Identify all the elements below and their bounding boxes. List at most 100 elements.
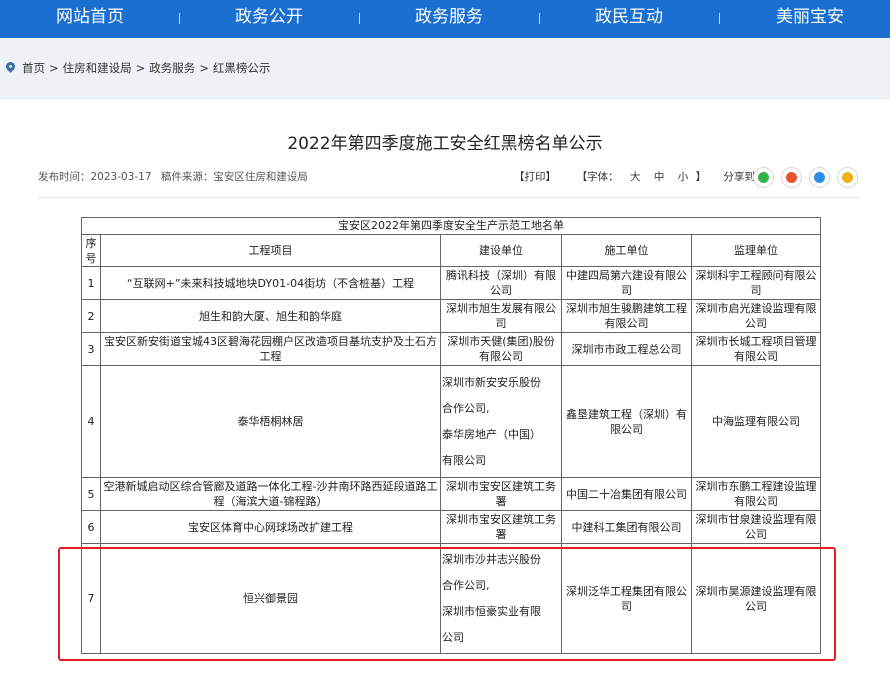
meta-divider bbox=[38, 197, 860, 198]
font-small-button[interactable]: 小 bbox=[678, 171, 689, 183]
font-medium-button[interactable]: 中 bbox=[654, 171, 665, 183]
builder-name: 深圳市天健(集团)股份有限公司 bbox=[440, 332, 562, 366]
breadcrumb-gov-services[interactable]: 政务服务 bbox=[149, 61, 195, 75]
breadcrumb-bar: 首页 > 住房和建设局 > 政务服务 > 红黑榜公示 bbox=[0, 38, 890, 96]
contractor-name: 深圳市旭生骏鹏建筑工程有限公司 bbox=[561, 299, 692, 333]
breadcrumb-housing-bureau[interactable]: 住房和建设局 bbox=[63, 61, 132, 75]
row-number: 4 bbox=[81, 365, 101, 478]
nav-separator bbox=[719, 13, 720, 24]
nav-item-gov-affairs[interactable]: 政务公开 bbox=[209, 0, 329, 38]
source-info: 稿件来源：宝安区住房和建设局 bbox=[161, 171, 308, 183]
nav-separator bbox=[179, 13, 180, 24]
builder-line: 深圳市恒豪实业有限 bbox=[442, 604, 541, 618]
project-name: “互联网+”未来科技城地块DY01-04街坊（不含桩基）工程 bbox=[100, 266, 441, 300]
publish-label: 发布时间： bbox=[38, 171, 91, 183]
row-number: 7 bbox=[81, 543, 101, 654]
builder-line: 有限公司 bbox=[442, 453, 486, 467]
row-number: 5 bbox=[81, 477, 101, 511]
builder-line: 深圳市新安安乐股份 bbox=[442, 375, 541, 389]
header-no: 序号 bbox=[81, 234, 101, 267]
header-contractor: 施工单位 bbox=[561, 234, 692, 267]
breadcrumb-separator: > bbox=[135, 61, 146, 75]
article-title: 2022年第四季度施工安全红黑榜名单公示 bbox=[287, 134, 603, 154]
nav-item-gov-services[interactable]: 政务服务 bbox=[389, 0, 509, 38]
builder-line: 公司 bbox=[442, 630, 464, 644]
source-value: 宝安区住房和建设局 bbox=[213, 171, 308, 183]
table-caption-row: 宝安区2022年第四季度安全生产示范工地名单 bbox=[80, 217, 822, 235]
builder-name: 深圳市沙井志兴股份 合作公司, 深圳市恒豪实业有限 公司 bbox=[440, 543, 562, 654]
table-caption: 宝安区2022年第四季度安全生产示范工地名单 bbox=[80, 217, 822, 235]
nav-separator bbox=[539, 13, 540, 24]
table-row: 6 宝安区体育中心网球场改扩建工程 深圳市宝安区建筑工务署 中建科工集团有限公司… bbox=[81, 510, 822, 544]
article-meta: 发布时间：2023-03-17 稿件来源：宝安区住房和建设局 bbox=[38, 169, 314, 184]
font-size-label: 【字体： bbox=[576, 171, 619, 183]
top-nav: 网站首页 政务公开 政务服务 政民互动 美丽宝安 bbox=[0, 0, 890, 38]
table-row: 2 旭生和韵大厦、旭生和韵华庭 深圳市旭生发展有限公司 深圳市旭生骏鹏建筑工程有… bbox=[81, 299, 822, 333]
builder-line: 合作公司, bbox=[442, 578, 490, 592]
weibo-icon[interactable] bbox=[781, 167, 802, 188]
builder-line: 合作公司, bbox=[442, 401, 490, 415]
table-row: 1 “互联网+”未来科技城地块DY01-04街坊（不含桩基）工程 腾讯科技（深圳… bbox=[81, 266, 822, 300]
contractor-name: 深圳泛华工程集团有限公司 bbox=[561, 543, 692, 654]
row-number: 2 bbox=[81, 299, 101, 333]
builder-line: 泰华房地产（中国） bbox=[442, 427, 541, 441]
breadcrumb: 首页 > 住房和建设局 > 政务服务 > 红黑榜公示 bbox=[22, 60, 270, 76]
builder-name: 深圳市宝安区建筑工务署 bbox=[440, 510, 562, 544]
project-name: 泰华梧桐林居 bbox=[100, 365, 441, 478]
project-name: 空港新城启动区综合管廊及道路一体化工程-沙井南环路西延段道路工程（海滨大道-锦程… bbox=[100, 477, 441, 511]
row-number: 6 bbox=[81, 510, 101, 544]
supervisor-name: 深圳市东鹏工程建设监理有限公司 bbox=[690, 477, 822, 511]
demo-site-table: 宝安区2022年第四季度安全生产示范工地名单 序号 工程项目 建设单位 施工单位… bbox=[80, 217, 822, 654]
header-project: 工程项目 bbox=[100, 234, 441, 267]
print-button[interactable]: 【打印】 bbox=[514, 171, 556, 183]
nav-item-home[interactable]: 网站首页 bbox=[30, 0, 150, 38]
project-name: 宝安区新安街道宝城43区碧海花园棚户区改造项目基坑支护及土石方工程 bbox=[100, 332, 441, 366]
article-card: 2022年第四季度施工安全红黑榜名单公示 发布时间：2023-03-17 稿件来… bbox=[0, 98, 890, 679]
contractor-name: 中建四局第六建设有限公司 bbox=[561, 266, 692, 300]
nav-item-interaction[interactable]: 政民互动 bbox=[569, 0, 689, 38]
contractor-name: 深圳市市政工程总公司 bbox=[561, 332, 692, 366]
project-name: 宝安区体育中心网球场改扩建工程 bbox=[100, 510, 441, 544]
builder-name: 腾讯科技（深圳）有限公司 bbox=[440, 266, 562, 300]
table-row: 4 泰华梧桐林居 深圳市新安安乐股份 合作公司, 泰华房地产（中国） 有限公司 … bbox=[81, 365, 822, 478]
header-builder: 建设单位 bbox=[440, 234, 562, 267]
contractor-name: 中国二十冶集团有限公司 bbox=[561, 477, 692, 511]
contractor-name: 中建科工集团有限公司 bbox=[561, 510, 692, 544]
supervisor-name: 深圳市启光建设监理有限公司 bbox=[690, 299, 822, 333]
supervisor-name: 深圳市甘泉建设监理有限公司 bbox=[690, 510, 822, 544]
project-name: 旭生和韵大厦、旭生和韵华庭 bbox=[100, 299, 441, 333]
project-name: 恒兴御景园 bbox=[100, 543, 441, 654]
row-number: 3 bbox=[81, 332, 101, 366]
breadcrumb-separator: > bbox=[199, 61, 209, 75]
supervisor-name: 中海监理有限公司 bbox=[690, 365, 822, 478]
supervisor-name: 深圳市昊源建设监理有限公司 bbox=[690, 543, 822, 654]
contractor-name: 鑫垦建筑工程（深圳）有限公司 bbox=[561, 365, 692, 478]
table-row: 7 恒兴御景园 深圳市沙井志兴股份 合作公司, 深圳市恒豪实业有限 公司 深圳泛… bbox=[81, 543, 822, 654]
font-size-bracket: 】 bbox=[695, 171, 707, 183]
table-row: 3 宝安区新安街道宝城43区碧海花园棚户区改造项目基坑支护及土石方工程 深圳市天… bbox=[81, 332, 822, 366]
table-header-row: 序号 工程项目 建设单位 施工单位 监理单位 bbox=[81, 234, 822, 267]
qq-icon[interactable] bbox=[809, 167, 830, 188]
wechat-icon[interactable] bbox=[753, 167, 774, 188]
qzone-icon[interactable] bbox=[837, 167, 858, 188]
header-supervisor: 监理单位 bbox=[690, 234, 822, 267]
article-tools: 【打印】 【字体： 大 中 小 】 分享到： bbox=[514, 169, 765, 184]
builder-name: 深圳市宝安区建筑工务署 bbox=[440, 477, 562, 511]
table-row: 5 空港新城启动区综合管廊及道路一体化工程-沙井南环路西延段道路工程（海滨大道-… bbox=[81, 477, 822, 511]
supervisor-name: 深圳科宇工程顾问有限公司 bbox=[690, 266, 822, 300]
breadcrumb-red-black-list[interactable]: 红黑榜公示 bbox=[213, 61, 271, 75]
builder-name: 深圳市旭生发展有限公司 bbox=[440, 299, 562, 333]
publish-date-info: 发布时间：2023-03-17 bbox=[38, 171, 152, 183]
font-large-button[interactable]: 大 bbox=[630, 171, 641, 183]
breadcrumb-home[interactable]: 首页 bbox=[22, 61, 45, 75]
nav-item-beautiful-baoan[interactable]: 美丽宝安 bbox=[750, 0, 870, 38]
row-number: 1 bbox=[81, 266, 101, 300]
builder-line: 深圳市沙井志兴股份 bbox=[442, 552, 541, 566]
nav-separator bbox=[359, 13, 360, 24]
builder-name: 深圳市新安安乐股份 合作公司, 泰华房地产（中国） 有限公司 bbox=[440, 365, 562, 478]
publish-date: 2023-03-17 bbox=[90, 171, 152, 183]
breadcrumb-separator: > bbox=[49, 61, 59, 75]
location-pin-icon bbox=[4, 60, 17, 73]
source-label: 稿件来源： bbox=[160, 171, 214, 183]
supervisor-name: 深圳市长城工程项目管理有限公司 bbox=[690, 332, 822, 366]
